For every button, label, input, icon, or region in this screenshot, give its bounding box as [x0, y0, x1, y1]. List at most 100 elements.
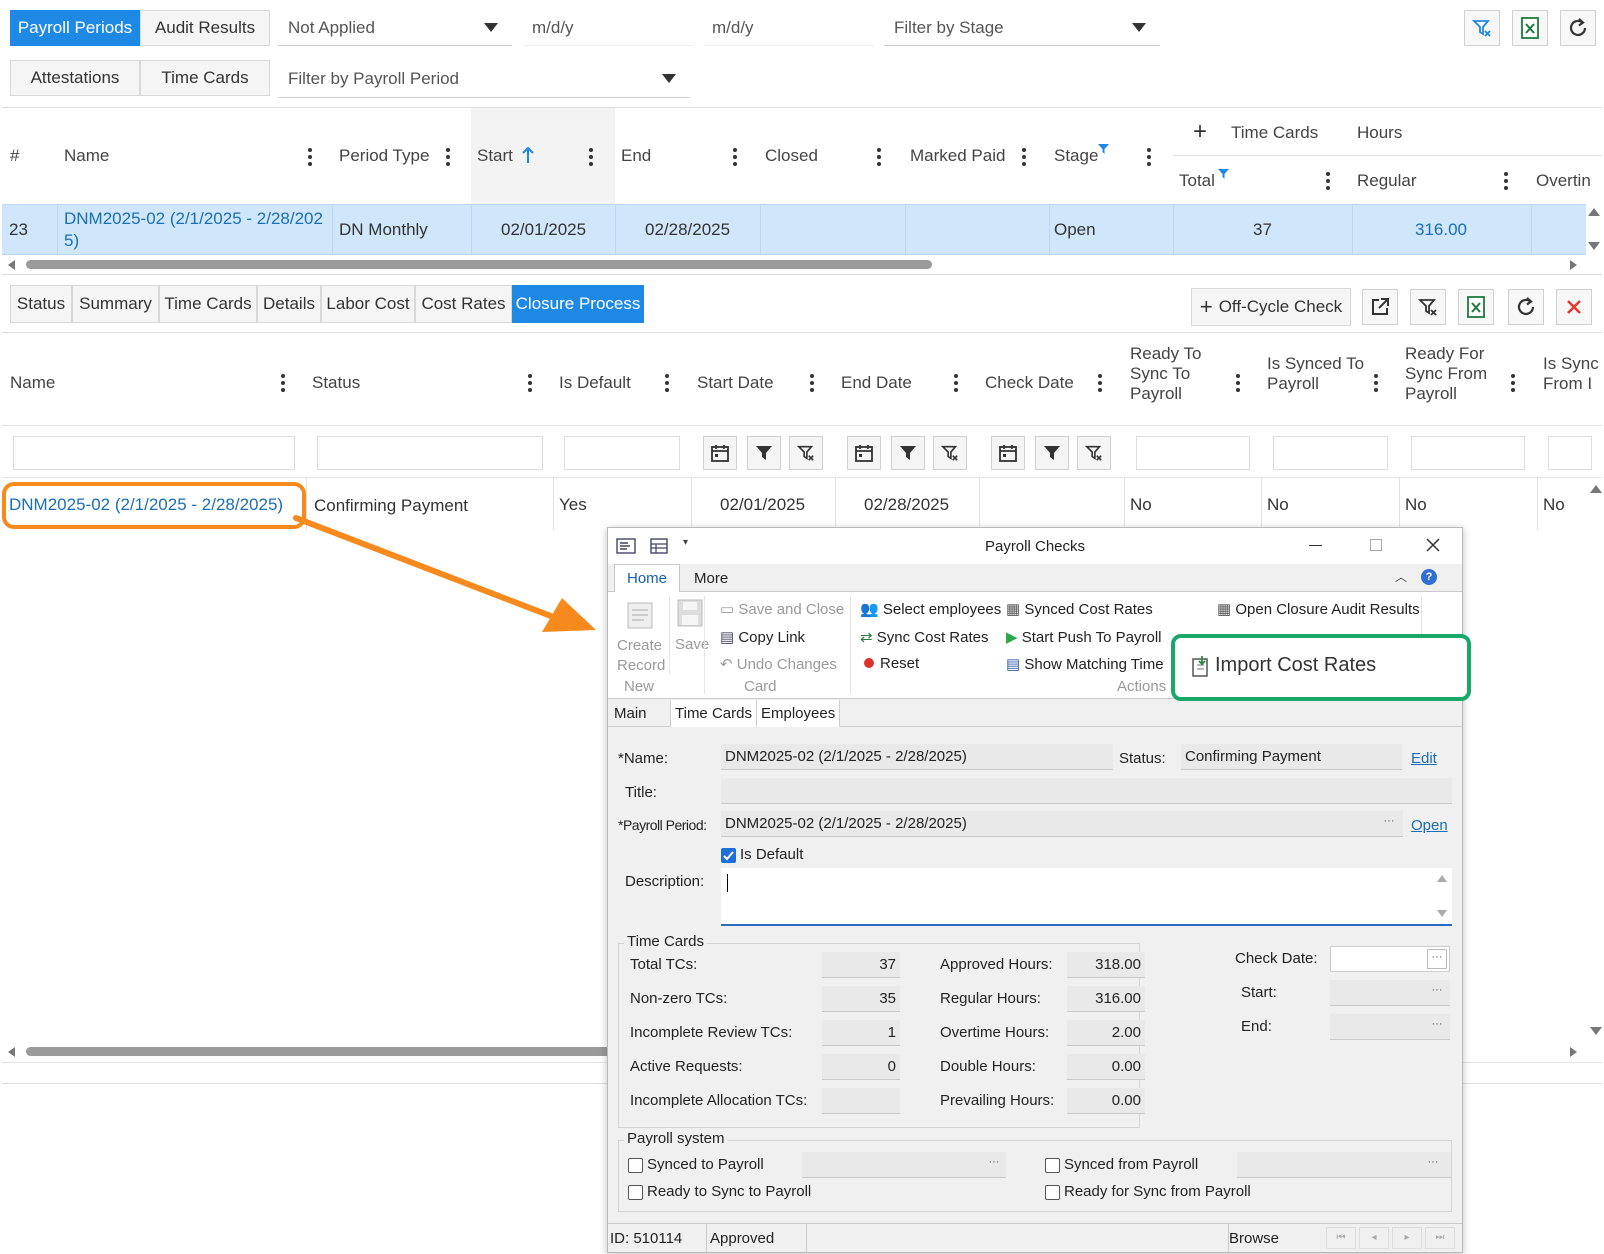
date-picker-ellipsis-icon[interactable]: ···	[1427, 949, 1447, 969]
tab-attestations[interactable]: Attestations	[10, 60, 140, 96]
filter-button[interactable]	[747, 436, 781, 470]
header-check-date[interactable]: Check Date	[985, 373, 1074, 393]
column-menu-icon[interactable]	[1022, 148, 1026, 166]
save-and-close-button[interactable]: ▭ Save and Close	[720, 600, 844, 618]
ready-sync-from-filter-input[interactable]	[1411, 436, 1525, 470]
filter-button[interactable]	[1035, 436, 1069, 470]
refresh-button[interactable]	[1560, 10, 1596, 46]
ribbon-tab-more[interactable]: More	[694, 570, 728, 587]
stage-filter-dropdown[interactable]: Filter by Stage	[884, 10, 1160, 46]
tab-payroll-periods[interactable]: Payroll Periods	[10, 10, 140, 46]
close-icon[interactable]	[1426, 538, 1440, 552]
header-regular[interactable]: Regular	[1357, 171, 1417, 191]
select-employees-button[interactable]: 👥 Select employees	[860, 600, 1001, 618]
tab-closure-process[interactable]: Closure Process	[512, 285, 644, 323]
ready-sync-from-payroll-checkbox[interactable]	[1045, 1185, 1060, 1200]
header-end-date[interactable]: End Date	[841, 373, 912, 393]
column-menu-icon[interactable]	[733, 148, 737, 166]
reset-button[interactable]: Reset	[860, 655, 919, 672]
title-field[interactable]	[721, 778, 1452, 804]
minimize-icon[interactable]	[1309, 545, 1322, 546]
header-start[interactable]: Start	[477, 146, 513, 166]
scroll-up-icon[interactable]	[1588, 208, 1600, 216]
create-record-button[interactable]: Create Record	[617, 636, 665, 676]
calendar-button[interactable]	[991, 436, 1025, 470]
calendar-button[interactable]	[703, 436, 737, 470]
clear-filter-button[interactable]	[1077, 436, 1111, 470]
ready-sync-to-filter-input[interactable]	[1136, 436, 1250, 470]
is-default-checkbox[interactable]	[721, 848, 736, 863]
header-stage[interactable]: Stage	[1054, 146, 1098, 166]
header-total[interactable]: Total	[1179, 171, 1215, 191]
is-synced-to-filter-input[interactable]	[1273, 436, 1388, 470]
scroll-down-icon[interactable]	[1588, 242, 1600, 250]
refresh-button[interactable]	[1508, 289, 1544, 325]
header-closed[interactable]: Closed	[765, 146, 818, 166]
vertical-scrollbar[interactable]	[1586, 204, 1602, 255]
scroll-up-icon[interactable]	[1437, 875, 1447, 882]
column-menu-icon[interactable]	[1236, 374, 1240, 392]
column-menu-icon[interactable]	[1147, 148, 1151, 166]
open-closure-audit-button[interactable]: ▦ Open Closure Audit Results	[1217, 600, 1420, 618]
tab-status[interactable]: Status	[10, 285, 72, 323]
last-record-button[interactable]: ⏭	[1425, 1227, 1455, 1249]
header-status[interactable]: Status	[312, 373, 360, 393]
horizontal-scrollbar[interactable]	[2, 256, 1586, 274]
header-name[interactable]: Name	[64, 146, 109, 166]
help-icon[interactable]: ?	[1421, 569, 1437, 585]
period-filter-dropdown[interactable]: Filter by Payroll Period	[278, 60, 690, 98]
show-matching-time-button[interactable]: ▤ Show Matching Time	[1006, 655, 1164, 673]
applied-filter-dropdown[interactable]: Not Applied	[278, 10, 512, 46]
column-menu-icon[interactable]	[1098, 374, 1102, 392]
header-period-type[interactable]: Period Type	[339, 146, 429, 166]
date-to-input[interactable]: m/d/y	[704, 10, 874, 46]
form-tab-main[interactable]: Main	[614, 705, 647, 722]
scrollbar-thumb[interactable]	[26, 260, 932, 269]
form-tab-employees[interactable]: Employees	[756, 700, 841, 727]
column-menu-icon[interactable]	[528, 374, 532, 392]
ready-sync-to-payroll-checkbox[interactable]	[628, 1185, 643, 1200]
tab-time-cards-detail[interactable]: Time Cards	[159, 285, 257, 323]
column-menu-icon[interactable]	[589, 148, 593, 166]
payroll-period-field[interactable]: DNM2025-02 (2/1/2025 - 2/28/2025)	[721, 811, 1403, 837]
off-cycle-check-button[interactable]: + Off-Cycle Check	[1191, 288, 1351, 326]
column-menu-icon[interactable]	[1326, 172, 1330, 190]
header-ready-sync-to[interactable]: Ready To Sync To Payroll	[1130, 344, 1202, 404]
column-menu-icon[interactable]	[954, 374, 958, 392]
column-menu-icon[interactable]	[877, 148, 881, 166]
scroll-down-icon[interactable]	[1590, 1027, 1602, 1035]
tab-cost-rates[interactable]: Cost Rates	[415, 285, 512, 323]
import-cost-rates-button[interactable]: Import Cost Rates	[1191, 654, 1376, 677]
maximize-icon[interactable]	[1370, 539, 1382, 551]
name-filter-input[interactable]	[13, 436, 295, 470]
copy-link-button[interactable]: ▤ Copy Link	[720, 628, 805, 646]
next-record-button[interactable]: ▸	[1392, 1227, 1422, 1249]
open-external-button[interactable]	[1362, 289, 1398, 325]
export-excel-button[interactable]	[1458, 289, 1494, 325]
header-is-sync-from[interactable]: Is Sync From I	[1543, 354, 1599, 394]
column-menu-icon[interactable]	[1374, 374, 1378, 392]
clear-filter-button[interactable]	[933, 436, 967, 470]
header-is-synced-to[interactable]: Is Synced To Payroll	[1267, 354, 1364, 394]
header-is-default[interactable]: Is Default	[559, 373, 631, 393]
column-menu-icon[interactable]	[446, 148, 450, 166]
column-menu-icon[interactable]	[308, 148, 312, 166]
lookup-ellipsis-icon[interactable]: ···	[1379, 814, 1399, 834]
first-record-button[interactable]: ⏮	[1326, 1227, 1356, 1249]
table-row[interactable]: 23 DNM2025-02 (2/1/2025 - 2/28/202 5) DN…	[2, 204, 1586, 255]
sync-cost-rates-button[interactable]: ⇄ Sync Cost Rates	[860, 628, 988, 646]
scroll-right-icon[interactable]	[1570, 1047, 1577, 1057]
header-end[interactable]: End	[621, 146, 651, 166]
tab-labor-cost[interactable]: Labor Cost	[321, 285, 415, 323]
start-push-button[interactable]: ▶ Start Push To Payroll	[1006, 628, 1162, 646]
header-name[interactable]: Name	[10, 373, 55, 393]
column-menu-icon[interactable]	[665, 374, 669, 392]
clear-filter-button[interactable]	[1410, 289, 1446, 325]
scroll-right-icon[interactable]	[1570, 260, 1577, 270]
tab-summary[interactable]: Summary	[72, 285, 159, 323]
column-menu-icon[interactable]	[281, 374, 285, 392]
calendar-button[interactable]	[847, 436, 881, 470]
add-column-icon[interactable]: +	[1193, 120, 1207, 144]
filter-button[interactable]	[891, 436, 925, 470]
edit-link[interactable]: Edit	[1411, 750, 1437, 767]
